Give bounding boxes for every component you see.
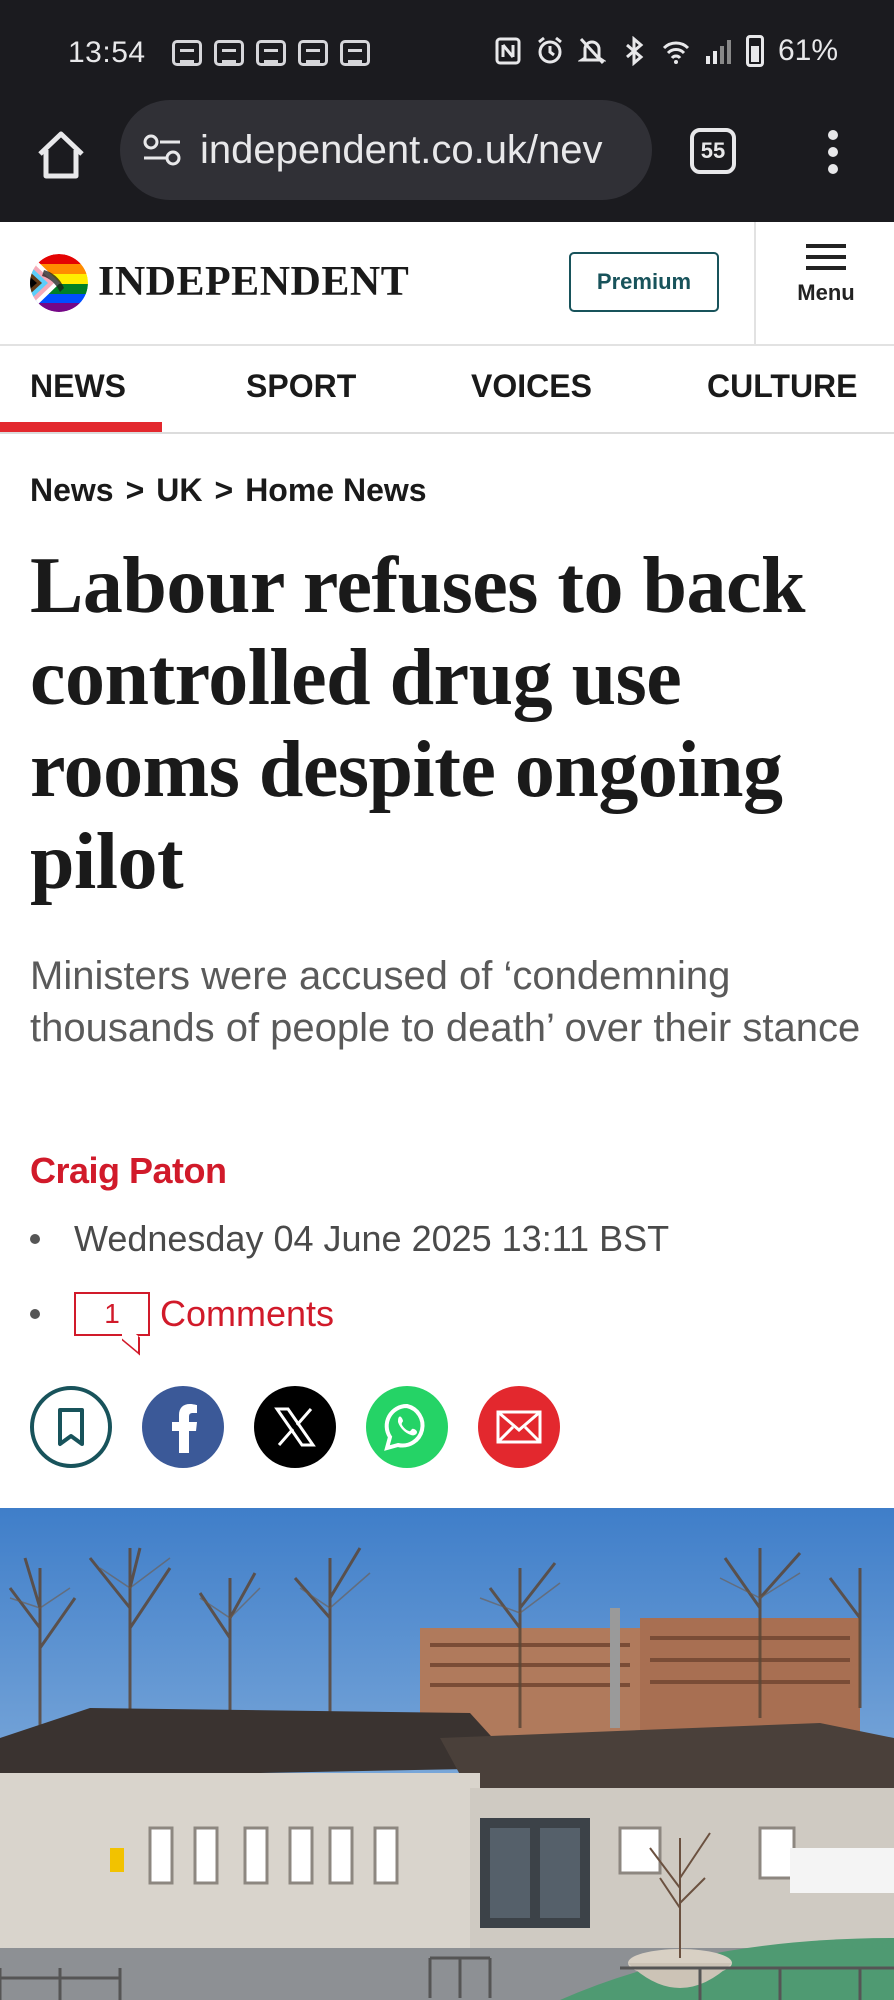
comments-label[interactable]: Comments xyxy=(160,1293,334,1335)
signal-icon xyxy=(705,40,731,64)
status-icons: 61% xyxy=(494,34,838,68)
article-headline: Labour refuses to back controlled drug u… xyxy=(30,542,806,906)
article-hero-image xyxy=(0,1508,894,2000)
whatsapp-share-button[interactable] xyxy=(366,1386,448,1468)
site-settings-icon[interactable] xyxy=(142,132,182,168)
x-share-button[interactable] xyxy=(254,1386,336,1468)
more-options-icon[interactable] xyxy=(818,126,848,178)
independent-logo-icon[interactable] xyxy=(30,254,88,312)
breadcrumb-item-uk[interactable]: UK xyxy=(156,472,202,509)
notification-icons xyxy=(172,40,370,66)
nav-item-culture[interactable]: CULTURE xyxy=(707,368,858,405)
comments-link[interactable]: 1 Comments xyxy=(30,1292,334,1336)
status-time: 13:54 xyxy=(68,36,146,69)
email-share-button[interactable] xyxy=(478,1386,560,1468)
nav-item-news[interactable]: NEWS xyxy=(30,368,126,405)
nav-item-voices[interactable]: VOICES xyxy=(471,368,592,405)
notification-icon xyxy=(214,40,244,66)
article-date: Wednesday 04 June 2025 13:11 BST xyxy=(74,1218,670,1259)
bullet xyxy=(30,1234,40,1244)
share-row xyxy=(30,1386,560,1468)
browser-toolbar: independent.co.uk/nev 55 xyxy=(0,100,894,222)
breadcrumb-item-news[interactable]: News xyxy=(30,472,114,509)
status-bar: 13:54 61% xyxy=(0,0,894,100)
section-nav: NEWS SPORT VOICES CULTURE xyxy=(0,346,894,434)
tab-switcher-button[interactable]: 55 xyxy=(690,128,736,174)
comment-count-icon[interactable]: 1 xyxy=(74,1292,150,1336)
bullet xyxy=(30,1309,40,1319)
notification-icon xyxy=(340,40,370,66)
breadcrumb-separator: > xyxy=(125,472,145,508)
article-standfirst: Ministers were accused of ‘condemning th… xyxy=(30,954,861,1050)
site-header: INDEPENDENT Premium Menu xyxy=(0,222,894,346)
alarm-icon xyxy=(538,36,562,64)
bluetooth-icon xyxy=(625,36,644,66)
hamburger-icon xyxy=(806,244,846,270)
battery-icon xyxy=(745,35,764,67)
wifi-icon xyxy=(662,41,690,64)
email-icon xyxy=(496,1410,542,1444)
breadcrumb-item-home-news[interactable]: Home News xyxy=(245,472,426,509)
site-logo-text[interactable]: INDEPENDENT xyxy=(98,258,409,306)
nav-active-indicator xyxy=(0,422,162,432)
premium-button[interactable]: Premium xyxy=(569,252,719,312)
x-icon xyxy=(274,1407,316,1447)
article-date-row: Wednesday 04 June 2025 13:11 BST xyxy=(30,1218,669,1260)
bookmark-button[interactable] xyxy=(30,1386,112,1468)
home-icon[interactable] xyxy=(32,126,90,184)
menu-button[interactable]: Menu xyxy=(758,244,894,324)
whatsapp-icon xyxy=(384,1403,425,1451)
breadcrumb: News > UK > Home News xyxy=(30,472,427,509)
notification-icon xyxy=(256,40,286,66)
menu-label: Menu xyxy=(797,280,855,305)
notification-icon xyxy=(298,40,328,66)
url-text[interactable]: independent.co.uk/nev xyxy=(200,128,603,173)
battery-percent: 61% xyxy=(777,34,838,67)
header-divider xyxy=(754,222,756,346)
author-link[interactable]: Craig Paton xyxy=(30,1150,227,1192)
facebook-icon xyxy=(172,1404,197,1453)
bookmark-icon xyxy=(58,1408,84,1446)
nfc-icon xyxy=(495,37,521,65)
address-bar[interactable]: independent.co.uk/nev xyxy=(120,100,652,200)
notification-icon xyxy=(172,40,202,66)
bell-off-icon xyxy=(577,37,606,65)
facebook-share-button[interactable] xyxy=(142,1386,224,1468)
nav-item-sport[interactable]: SPORT xyxy=(246,368,356,405)
breadcrumb-separator: > xyxy=(214,472,234,508)
